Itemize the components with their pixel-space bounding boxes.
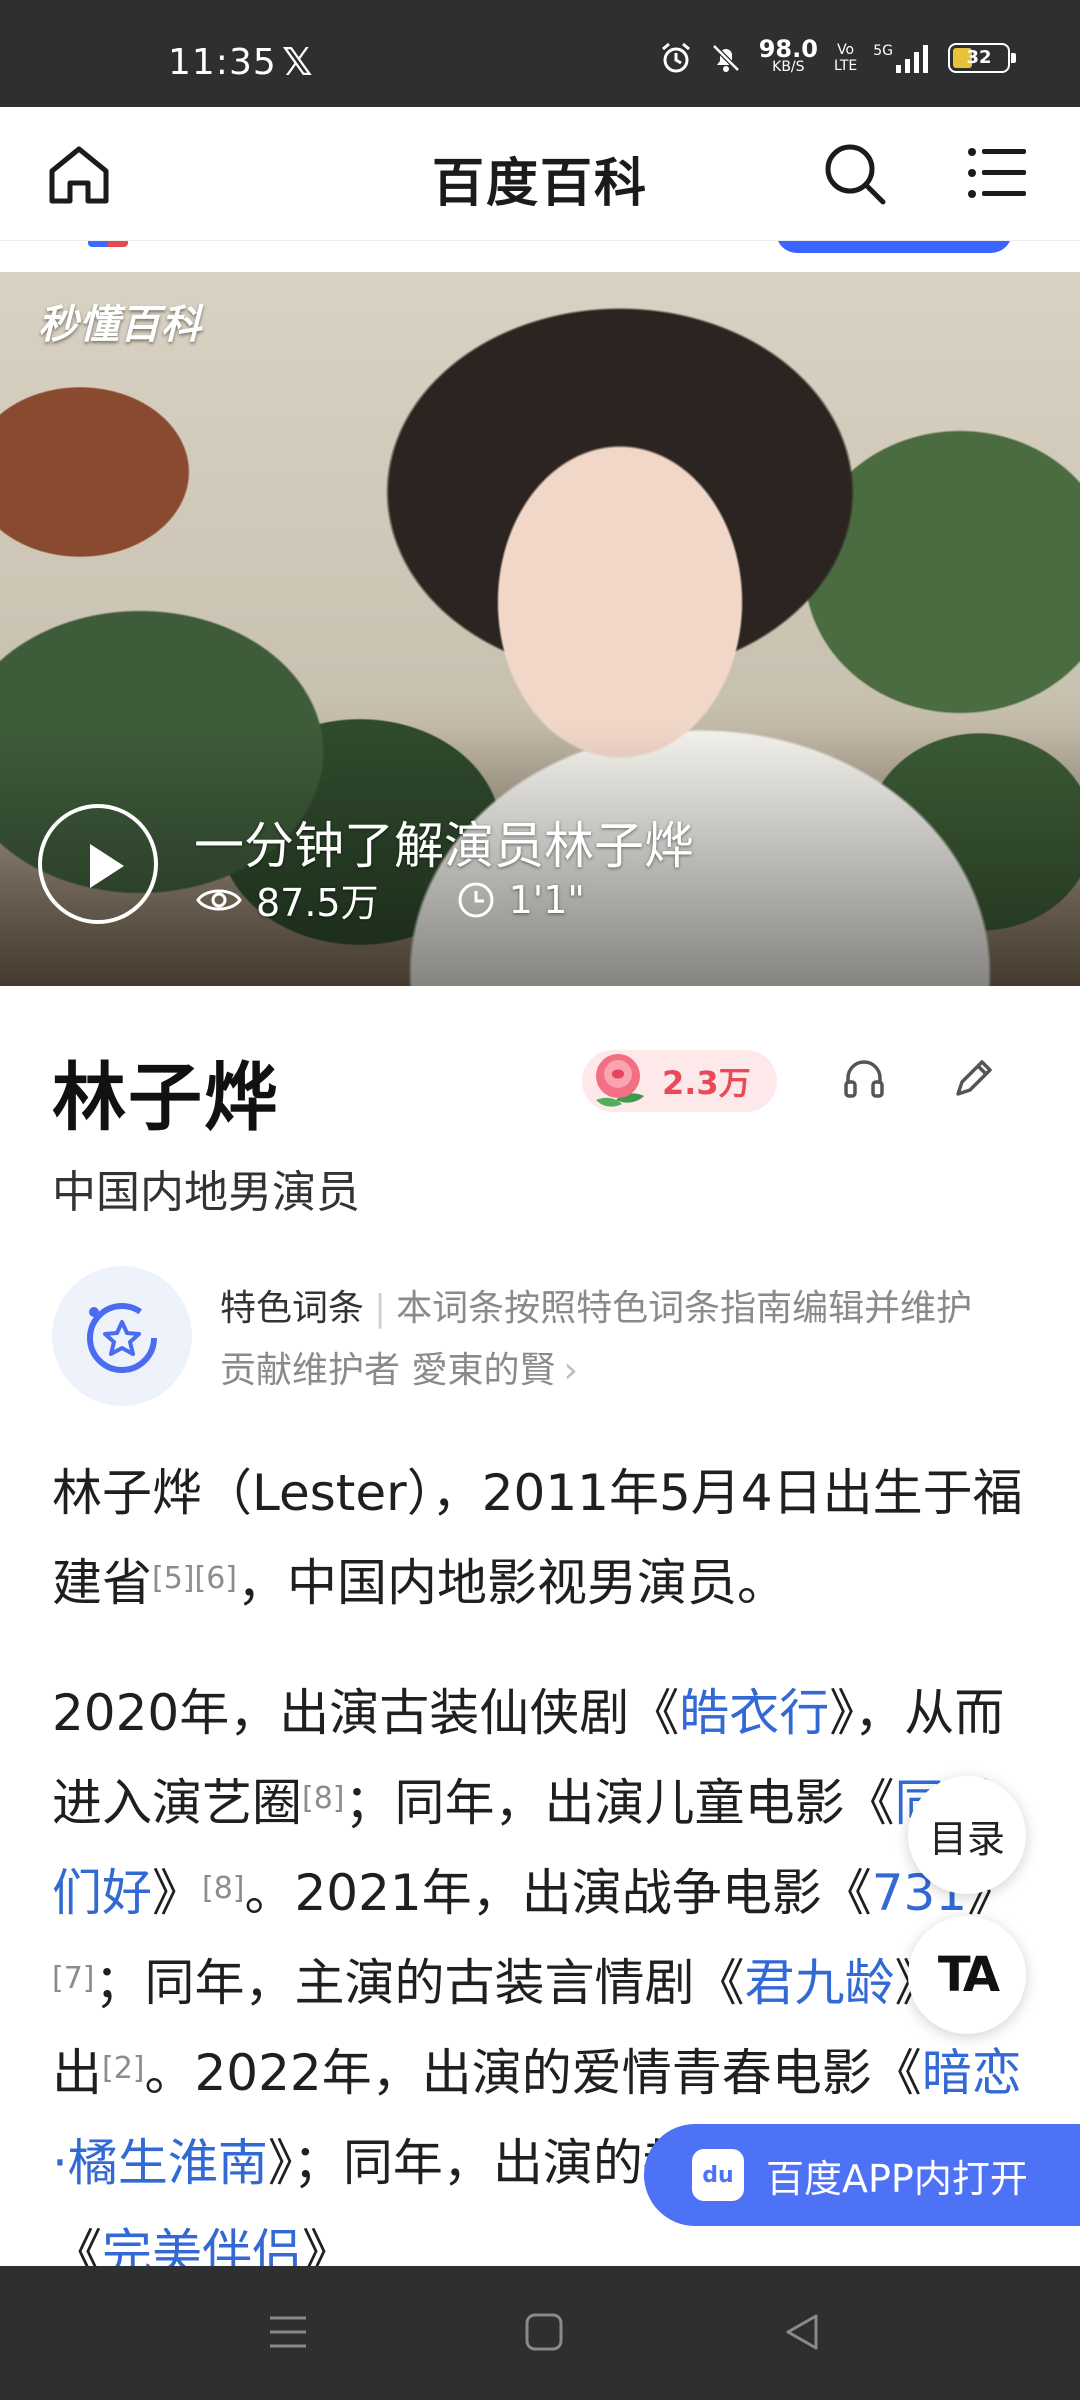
video-duration: 1'1" <box>508 877 585 922</box>
rose-icon <box>596 1054 644 1107</box>
open-in-app-button[interactable]: du 百度APP内打开 <box>644 2124 1080 2226</box>
link-junjiuling[interactable]: 君九龄 <box>745 1954 895 2012</box>
scrolled-header-strip <box>0 240 1080 273</box>
video-watermark: 秒懂百科 <box>38 302 202 348</box>
menu-icon[interactable] <box>968 147 1028 199</box>
featured-description: 本词条按照特色词条指南编辑并维护 <box>396 1288 973 1329</box>
volte-indicator: Vo LTE <box>833 42 858 74</box>
x-logo-icon: 𝕏 <box>282 40 313 84</box>
search-icon[interactable] <box>822 141 888 207</box>
mute-icon <box>711 44 740 72</box>
button-remnant <box>776 241 1012 253</box>
net-speed: 98.0 KB/S <box>758 35 818 75</box>
play-button[interactable] <box>38 804 158 924</box>
video-views: 87.5万 <box>256 881 379 925</box>
link-haoyixing[interactable]: 皓衣行 <box>679 1684 829 1742</box>
clock-icon <box>458 882 494 917</box>
citation[interactable]: [5][6] <box>152 1561 237 1596</box>
network-5g: 5G <box>873 43 932 73</box>
back-icon[interactable] <box>782 2312 822 2352</box>
citation[interactable]: [7] <box>52 1961 95 1996</box>
featured-contributor: 贡献维护者 愛東的賢 <box>220 1350 556 1391</box>
system-nav-bar <box>0 2266 1080 2400</box>
chevron-right-icon: › <box>563 1350 578 1391</box>
status-indicators: 98.0 KB/S Vo LTE 5G 32 <box>659 35 1016 76</box>
status-bar: 11:35 𝕏 98.0 KB/S Vo LTE 5G 32 <box>0 0 1080 107</box>
home-nav-icon[interactable] <box>524 2312 564 2352</box>
edit-icon[interactable] <box>950 1054 998 1102</box>
logo-remnant <box>88 241 128 247</box>
recents-icon[interactable] <box>268 2312 308 2352</box>
page-title: 百度百科 <box>431 154 648 214</box>
featured-entry-icon <box>52 1266 192 1406</box>
baidu-paw-icon: du <box>692 2149 744 2201</box>
font-size-button[interactable]: TA <box>908 1916 1026 2034</box>
table-of-contents-button[interactable]: 目录 <box>908 1776 1026 1894</box>
citation[interactable]: [8] <box>302 1781 345 1816</box>
featured-tag: 特色词条 <box>220 1288 365 1329</box>
eye-icon <box>196 889 242 910</box>
likes-count: 2.3万 <box>662 1064 751 1102</box>
battery-icon: 32 <box>948 43 1016 73</box>
citation[interactable]: [2] <box>102 2051 145 2086</box>
entry-name: 林子烨 <box>52 1055 280 1141</box>
alarm-icon <box>661 42 690 73</box>
video-meta: 87.5万 1'1" <box>196 872 585 927</box>
headphones-icon[interactable] <box>840 1054 888 1102</box>
app-header: 百度百科 <box>0 107 1080 240</box>
signal-icon <box>896 45 928 73</box>
entry-subtitle: 中国内地男演员 <box>52 1167 360 1218</box>
video-player[interactable]: 秒懂百科 一分钟了解演员林子烨 87.5万 1'1" <box>0 272 1080 986</box>
video-title: 一分钟了解演员林子烨 <box>194 817 694 875</box>
intro-paragraph: 林子烨（Lester），2011年5月4日出生于福建省[5][6]，中国内地影视… <box>52 1464 1023 1612</box>
status-time: 11:35 <box>168 42 277 83</box>
open-in-app-label: 百度APP内打开 <box>766 2156 1028 2201</box>
likes-button[interactable]: 2.3万 <box>582 1050 777 1112</box>
featured-entry-notice[interactable]: 特色词条 | 本词条按照特色词条指南编辑并维护 贡献维护者 愛東的賢 › <box>220 1278 1040 1402</box>
citation[interactable]: [8] <box>202 1871 245 1906</box>
